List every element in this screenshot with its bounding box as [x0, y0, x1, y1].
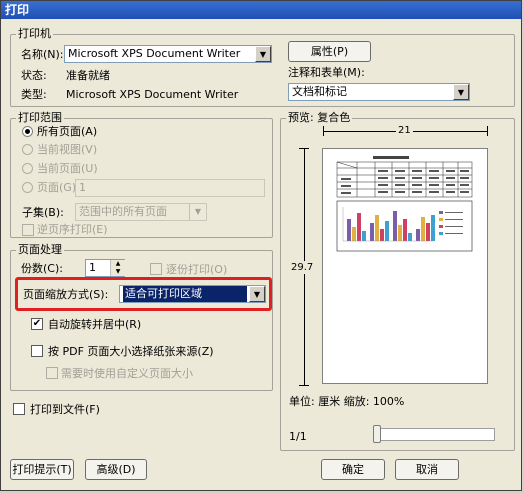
- preview-bar: [375, 215, 379, 241]
- scaling-label: 页面缩放方式(S):: [23, 288, 109, 301]
- status-label: 状态:: [21, 69, 47, 82]
- pages-input[interactable]: 1: [75, 179, 265, 197]
- preview-bar: [357, 213, 361, 241]
- subset-value: 范围中的所有页面: [79, 205, 167, 218]
- preview-bar: [347, 219, 351, 241]
- current-view-label[interactable]: 当前视图(V): [37, 143, 97, 156]
- custom-size-checkbox[interactable]: [46, 367, 58, 379]
- ok-button[interactable]: 确定: [321, 459, 385, 480]
- preview-table-title: [373, 156, 409, 159]
- pdf-size-label[interactable]: 按 PDF 页面大小选择纸张来源(Z): [48, 345, 214, 358]
- preview-bar: [416, 229, 420, 241]
- preview-bar: [362, 231, 366, 241]
- preview-bar: [398, 225, 402, 241]
- advanced-button[interactable]: 高级(D): [85, 459, 147, 480]
- print-to-file-checkbox[interactable]: [13, 403, 25, 415]
- collate-checkbox[interactable]: [150, 263, 162, 275]
- all-pages-radio[interactable]: [22, 126, 33, 137]
- preview-page-content: [336, 156, 473, 252]
- width-value: 21: [396, 125, 413, 136]
- current-page-radio[interactable]: [22, 163, 33, 174]
- height-value: 29.7: [291, 261, 314, 274]
- print-dialog: 打印 打印机 名称(N): Microsoft XPS Document Wri…: [0, 0, 522, 491]
- type-value: Microsoft XPS Document Writer: [66, 88, 239, 101]
- properties-button[interactable]: 属性(P): [288, 41, 371, 62]
- pages-label[interactable]: 页面(G): [37, 181, 76, 194]
- custom-size-label[interactable]: 需要时使用自定义页面大小: [61, 367, 193, 380]
- preview-chart-legend: [439, 211, 463, 235]
- printer-name-value: Microsoft XPS Document Writer: [68, 47, 241, 60]
- preview-chart-bars: [347, 211, 435, 241]
- spin-up-icon[interactable]: ▲: [111, 260, 125, 268]
- reverse-pages-label[interactable]: 逆页序打印(E): [37, 223, 108, 236]
- preview-bar: [370, 223, 374, 241]
- page-slider-thumb[interactable]: [373, 425, 381, 443]
- width-dimension-tick-left: [323, 126, 324, 136]
- preview-bar: [393, 211, 397, 241]
- preview-bar: [421, 217, 425, 241]
- all-pages-label[interactable]: 所有页面(A): [37, 125, 97, 138]
- print-range-group-label: 打印范围: [16, 111, 64, 124]
- cancel-button[interactable]: 取消: [395, 459, 459, 480]
- chevron-down-icon[interactable]: ▼: [255, 46, 271, 62]
- print-tips-button[interactable]: 打印提示(T): [10, 459, 74, 480]
- preview-page: [322, 148, 488, 384]
- subset-label: 子集(B):: [22, 206, 64, 219]
- preview-bar: [385, 221, 389, 241]
- page-slider-track[interactable]: [373, 428, 495, 441]
- scaling-value: 适合可打印区域: [123, 286, 247, 302]
- preview-bar: [352, 227, 356, 241]
- copies-label: 份数(C):: [21, 262, 63, 275]
- preview-bar: [380, 229, 384, 241]
- printer-group-label: 打印机: [16, 27, 53, 40]
- comments-label: 注释和表单(M):: [288, 66, 365, 79]
- preview-bar: [403, 219, 407, 241]
- preview-label: 预览: 复合色: [286, 111, 353, 124]
- width-dimension-tick-right: [487, 126, 488, 136]
- status-value: 准备就绪: [66, 69, 110, 82]
- copies-spinner[interactable]: ▲ ▼: [110, 260, 125, 276]
- comments-value: 文档和标记: [292, 85, 347, 98]
- auto-rotate-label[interactable]: 自动旋转并居中(R): [48, 318, 141, 331]
- units-zoom-label: 单位: 厘米 缩放: 100%: [289, 395, 405, 408]
- printer-name-label: 名称(N):: [21, 48, 64, 61]
- reverse-pages-checkbox[interactable]: [22, 224, 34, 236]
- print-to-file-label[interactable]: 打印到文件(F): [30, 403, 100, 416]
- current-page-label[interactable]: 当前页面(U): [37, 162, 98, 175]
- pdf-size-checkbox[interactable]: [31, 345, 43, 357]
- preview-bar: [431, 215, 435, 241]
- comments-select[interactable]: 文档和标记 ▼: [288, 83, 470, 101]
- auto-rotate-checkbox[interactable]: ✔: [31, 318, 43, 330]
- window-title: 打印: [1, 1, 521, 19]
- chevron-down-icon[interactable]: ▼: [453, 84, 469, 100]
- height-dimension-tick-bottom: [299, 385, 309, 386]
- spin-down-icon[interactable]: ▼: [111, 268, 125, 276]
- height-dimension-tick-top: [299, 148, 309, 149]
- page-handling-group-label: 页面处理: [16, 243, 64, 256]
- preview-bar: [426, 223, 430, 241]
- preview-bar: [408, 233, 412, 241]
- collate-label[interactable]: 逐份打印(O): [166, 263, 227, 276]
- printer-name-select[interactable]: Microsoft XPS Document Writer ▼: [64, 45, 272, 63]
- current-view-radio[interactable]: [22, 144, 33, 155]
- chevron-down-icon[interactable]: ▼: [189, 204, 206, 220]
- page-counter: 1/1: [289, 430, 307, 443]
- type-label: 类型:: [21, 88, 47, 101]
- chevron-down-icon[interactable]: ▼: [249, 286, 265, 302]
- pages-radio[interactable]: [22, 182, 33, 193]
- subset-select[interactable]: 范围中的所有页面 ▼: [75, 203, 207, 221]
- scaling-select[interactable]: 适合可打印区域 ▼: [119, 285, 266, 303]
